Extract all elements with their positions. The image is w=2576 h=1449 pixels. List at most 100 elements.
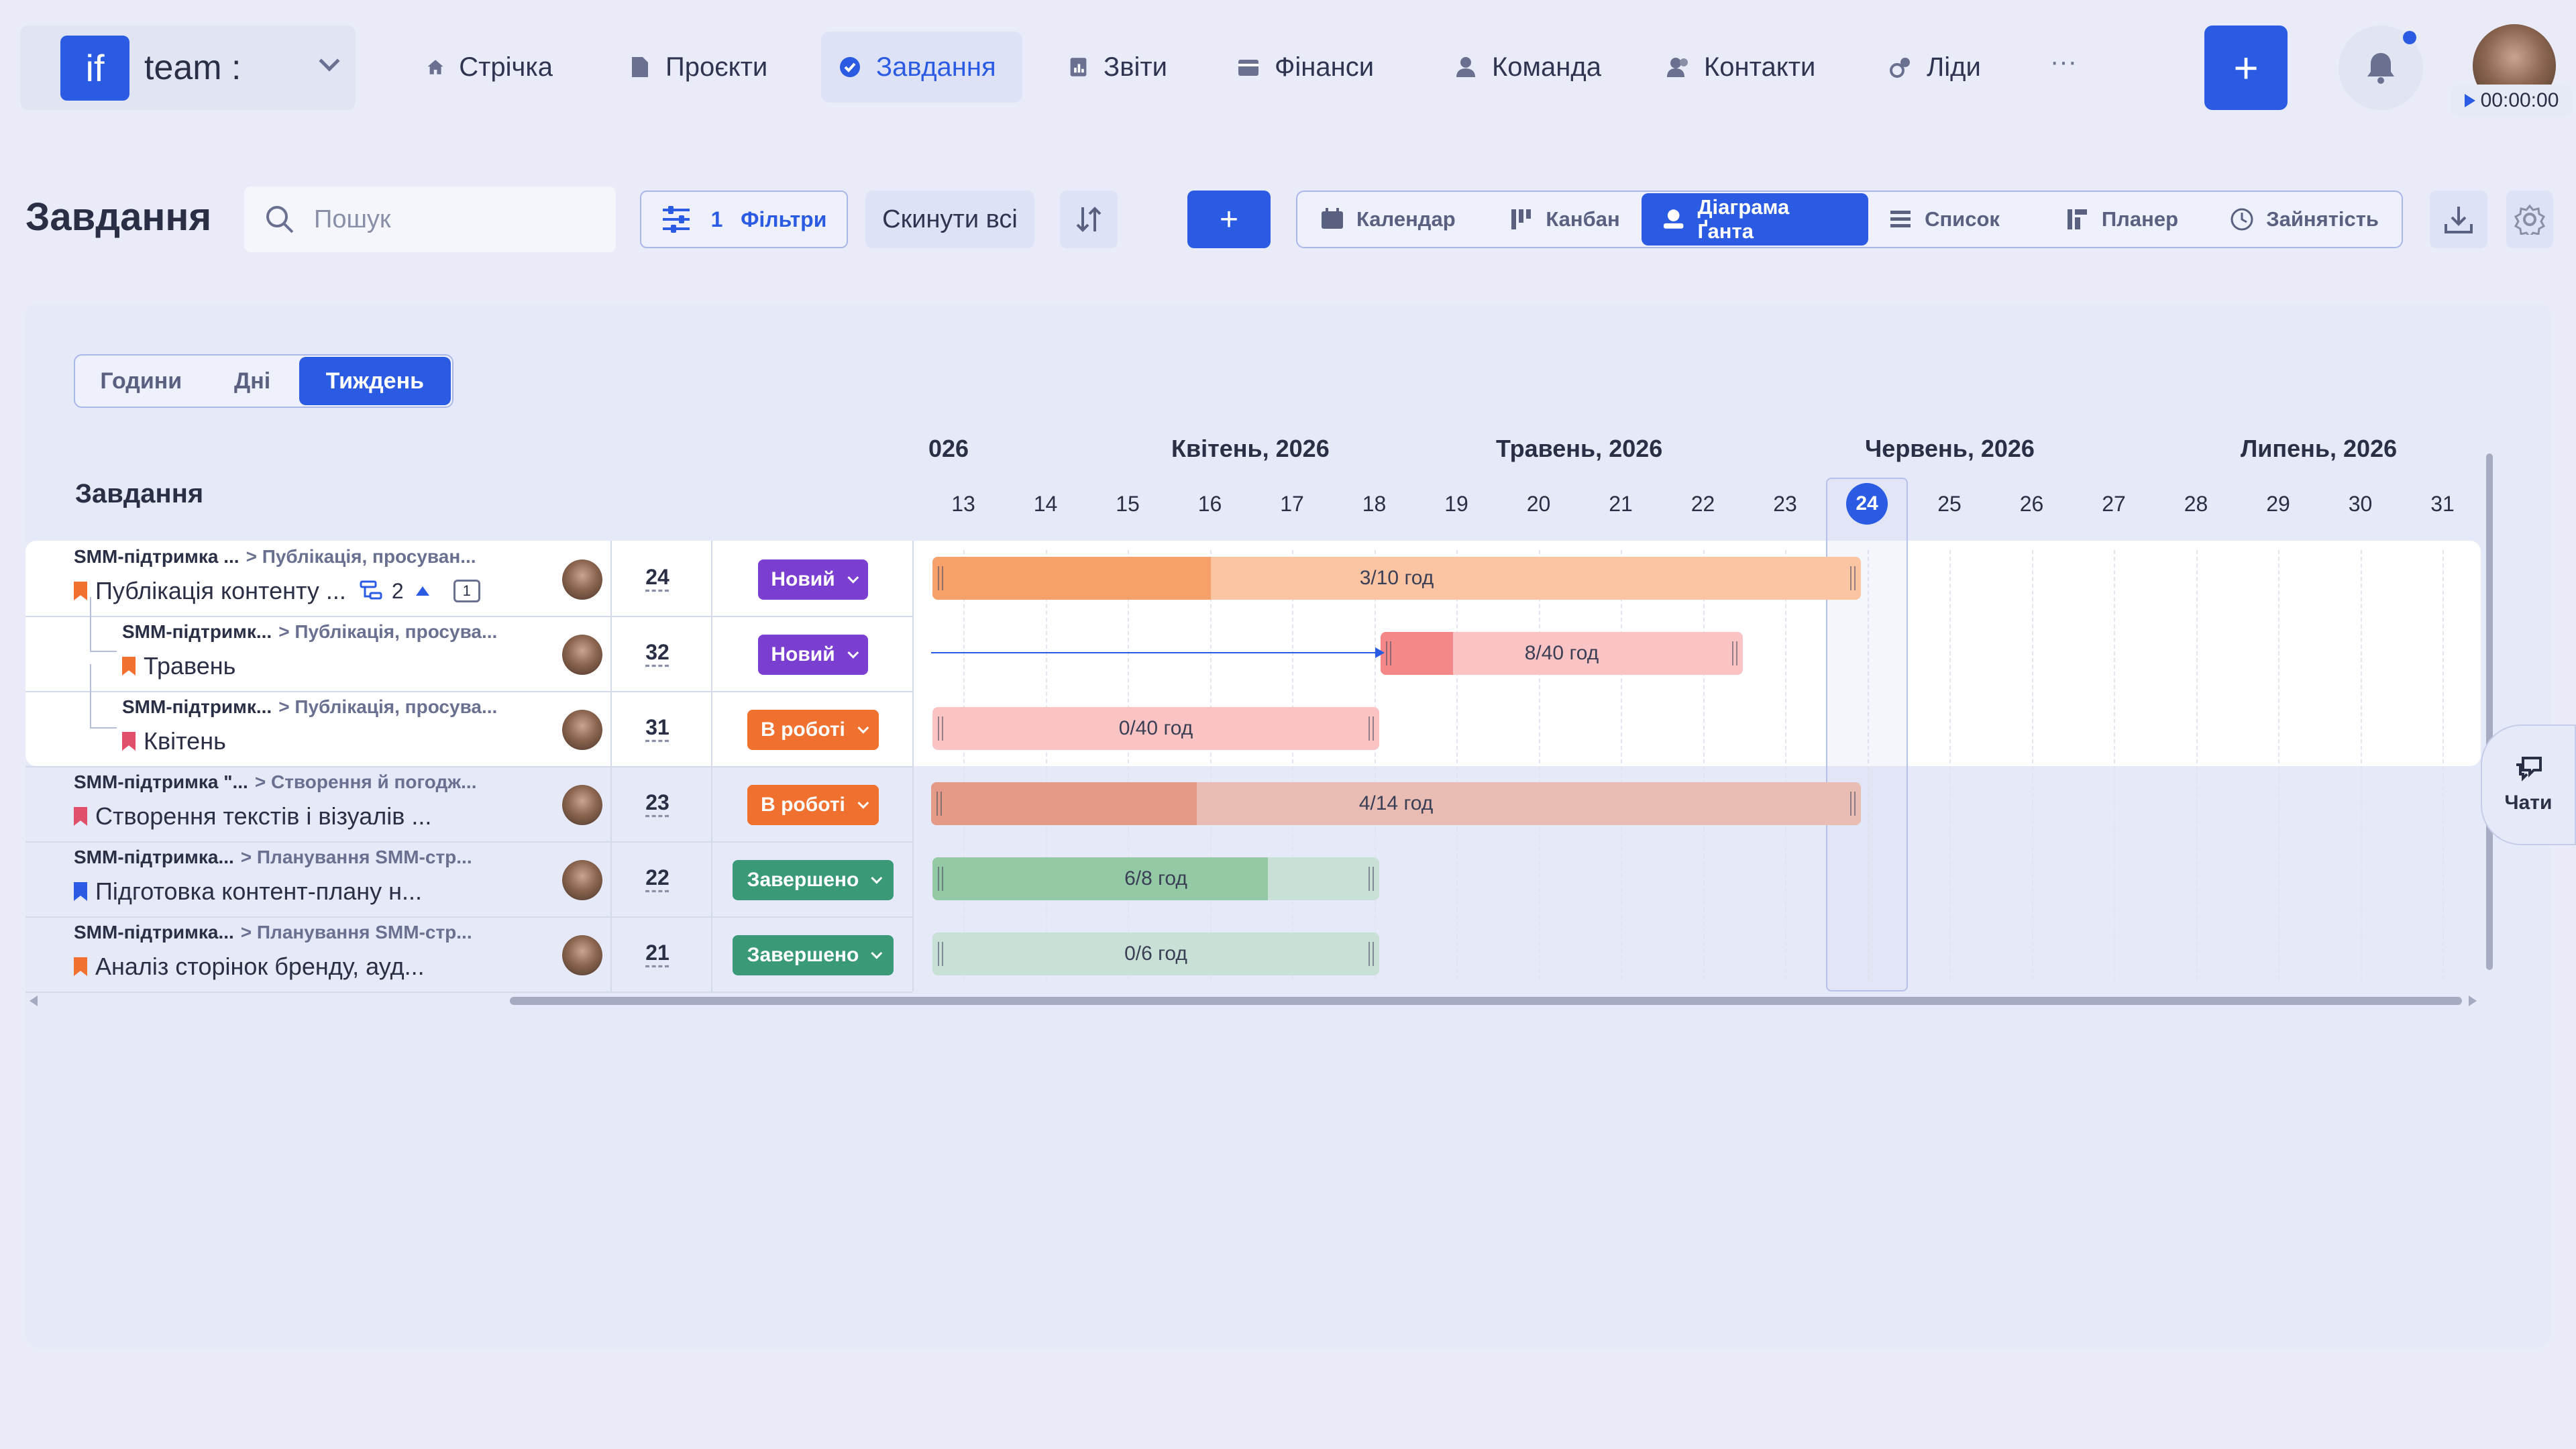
scroll-left-arrow-icon[interactable]	[30, 996, 38, 1006]
nav-item[interactable]: Завдання	[821, 32, 1022, 103]
assignee-avatar[interactable]	[562, 935, 602, 975]
status-label: В роботі	[761, 718, 845, 741]
task-number[interactable]: 23	[631, 790, 684, 815]
sort-button[interactable]	[1060, 191, 1118, 248]
view-tab[interactable]: Канбан	[1489, 193, 1642, 246]
zoom-option[interactable]: Тиждень	[299, 357, 451, 405]
gantt-bar[interactable]: 6/8 год	[932, 857, 1379, 900]
reset-filters-button[interactable]: Скинути всі	[865, 191, 1034, 248]
view-tab[interactable]: Календар	[1300, 193, 1489, 246]
task-row[interactable]: SMM-підтримк... > Публікація, просува... К…	[0, 691, 2576, 766]
collapse-arrow-icon[interactable]	[415, 586, 429, 596]
vertical-scrollbar[interactable]	[2486, 453, 2493, 970]
nav-item[interactable]: Стрічка	[409, 32, 570, 103]
assignee-avatar[interactable]	[562, 860, 602, 900]
assignee-avatar[interactable]	[562, 785, 602, 825]
comments-badge[interactable]: 1	[453, 580, 480, 602]
project-name[interactable]: SMM-підтримка "...	[74, 771, 248, 793]
gantt-bar[interactable]: 8/40 год	[1381, 632, 1743, 675]
task-number[interactable]: 21	[631, 941, 684, 965]
chats-button[interactable]: Чати	[2481, 724, 2576, 845]
gantt-bar[interactable]: 3/10 год	[932, 557, 1861, 600]
nav-item[interactable]: Контакти	[1649, 32, 1837, 103]
horizontal-scrollbar[interactable]	[510, 997, 2462, 1005]
quick-add-button[interactable]: +	[2204, 25, 2288, 110]
view-tab[interactable]: Зайнятість	[2210, 193, 2399, 246]
nav-more-button[interactable]: ···	[2050, 47, 2077, 77]
task-title[interactable]: Створення текстів і візуалів ...	[95, 802, 431, 830]
status-dropdown[interactable]: Завершено	[733, 935, 894, 975]
week-number: 15	[1116, 492, 1140, 516]
assignee-avatar[interactable]	[562, 710, 602, 750]
list-icon	[1890, 211, 1911, 227]
add-task-button[interactable]: +	[1187, 191, 1271, 248]
task-row[interactable]: SMM-підтримк... > Публікація, просува... Т…	[0, 616, 2576, 691]
gantt-bar[interactable]: 0/6 год	[932, 932, 1379, 975]
project-name[interactable]: SMM-підтримка...	[74, 847, 234, 868]
project-name[interactable]: SMM-підтримк...	[122, 696, 272, 718]
chevron-down-icon	[319, 50, 340, 72]
task-breadcrumb: SMM-підтримка... > Планування SMM-стр...	[74, 847, 472, 868]
project-name[interactable]: SMM-підтримка ...	[74, 546, 239, 568]
assignee-avatar[interactable]	[562, 635, 602, 675]
zoom-option[interactable]: Дні	[206, 357, 299, 405]
nav-item[interactable]: Звіти	[1051, 32, 1185, 103]
status-dropdown[interactable]: В роботі	[747, 785, 879, 825]
view-tab[interactable]: Діаграма Ґанта	[1642, 193, 1869, 246]
bar-hours-label: 6/8 год	[1124, 867, 1187, 890]
priority-flag-icon	[74, 882, 87, 901]
scroll-right-arrow-icon[interactable]	[2469, 996, 2477, 1006]
section-name[interactable]: > Планування SMM-стр...	[241, 922, 472, 943]
gantt-bar[interactable]: 4/14 год	[931, 782, 1861, 825]
task-title[interactable]: Квітень	[144, 727, 226, 755]
nav-item[interactable]: Команда	[1437, 32, 1631, 103]
assignee-avatar[interactable]	[562, 559, 602, 600]
task-title[interactable]: Травень	[144, 652, 235, 680]
task-number[interactable]: 31	[631, 715, 684, 740]
view-tab[interactable]: Планер	[2045, 193, 2210, 246]
nav-item[interactable]: Фінанси	[1220, 32, 1414, 103]
task-title[interactable]: Публікація контенту ...	[95, 577, 346, 605]
section-name[interactable]: > Публікація, просуван...	[246, 546, 476, 568]
filters-button[interactable]: 1 Фільтри	[640, 191, 848, 248]
section-name[interactable]: > Публікація, просува...	[278, 621, 497, 643]
task-row[interactable]: SMM-підтримка "... > Створення й погодж..…	[0, 766, 2576, 841]
nav-item-label: Стрічка	[459, 52, 553, 82]
task-number[interactable]: 32	[631, 640, 684, 665]
status-dropdown[interactable]: Завершено	[733, 860, 894, 900]
task-title[interactable]: Аналіз сторінок бренду, ауд...	[95, 953, 425, 981]
project-name[interactable]: SMM-підтримка...	[74, 922, 234, 943]
clock-icon	[2231, 208, 2253, 231]
project-name[interactable]: SMM-підтримк...	[122, 621, 272, 643]
task-row[interactable]: SMM-підтримка... > Планування SMM-стр... А…	[0, 916, 2576, 991]
view-tab[interactable]: Список	[1868, 193, 2045, 246]
section-name[interactable]: > Планування SMM-стр...	[241, 847, 472, 868]
nav-item[interactable]: Проєкти	[610, 32, 793, 103]
nav-item-label: Команда	[1492, 52, 1601, 82]
view-tab-label: Діаграма Ґанта	[1697, 195, 1790, 243]
week-number: 27	[2102, 492, 2126, 516]
tree-connector	[90, 597, 91, 652]
time-tracker[interactable]: 00:00:00	[2451, 85, 2572, 117]
task-row[interactable]: SMM-підтримка ... > Публікація, просуван.…	[0, 541, 2576, 616]
task-number[interactable]: 24	[631, 565, 684, 590]
section-name[interactable]: > Публікація, просува...	[278, 696, 497, 718]
status-dropdown[interactable]: Новий	[758, 559, 868, 600]
download-button[interactable]	[2430, 191, 2487, 248]
bar-hours-label: 4/14 год	[1358, 792, 1434, 814]
search-input[interactable]: Пошук	[244, 186, 616, 252]
task-title[interactable]: Підготовка контент-плану н...	[95, 877, 422, 906]
workspace-switcher[interactable]: if team :	[20, 25, 356, 110]
settings-button[interactable]	[2506, 191, 2553, 248]
zoom-option[interactable]: Години	[76, 357, 206, 405]
section-name[interactable]: > Створення й погодж...	[255, 771, 477, 793]
sort-icon	[1076, 207, 1102, 232]
gantt-bar[interactable]: 0/40 год	[932, 707, 1379, 750]
task-row[interactable]: SMM-підтримка... > Планування SMM-стр... П…	[0, 841, 2576, 916]
chevron-down-icon	[857, 722, 869, 734]
task-number[interactable]: 22	[631, 865, 684, 890]
status-dropdown[interactable]: В роботі	[747, 710, 879, 750]
status-dropdown[interactable]: Новий	[758, 635, 868, 675]
nav-item[interactable]: Ліди	[1872, 32, 2006, 103]
week-number: 20	[1526, 492, 1551, 516]
